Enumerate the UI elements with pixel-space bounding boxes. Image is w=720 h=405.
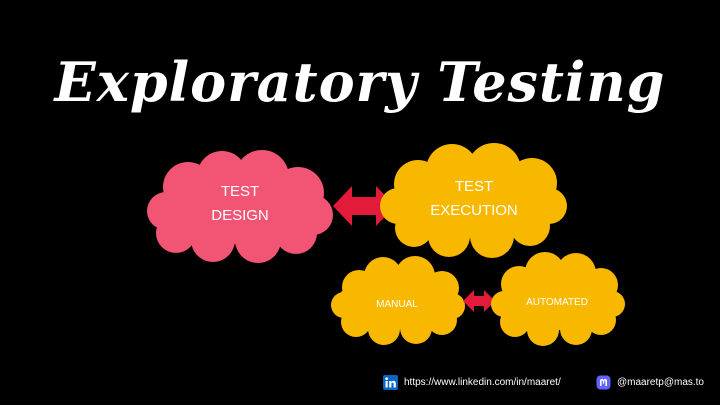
- linkedin-link[interactable]: https://www.linkedin.com/in/maaret/: [383, 375, 561, 390]
- test-design-label-line2: DESIGN: [211, 207, 269, 224]
- automated-label: AUTOMATED: [526, 297, 588, 308]
- test-design-label-line1: TEST: [221, 183, 259, 200]
- test-execution-label-line1: TEST: [455, 178, 493, 195]
- mastodon-handle: @maaretp@mas.to: [617, 377, 704, 388]
- automated-node: AUTOMATED: [491, 252, 625, 346]
- slide-title: Exploratory Testing: [54, 50, 666, 114]
- footer: https://www.linkedin.com/in/maaret/ @maa…: [383, 372, 713, 394]
- test-design-node: TEST DESIGN: [147, 150, 333, 263]
- mastodon-icon: [596, 375, 611, 390]
- test-execution-node: TEST EXECUTION: [380, 143, 567, 258]
- mastodon-link[interactable]: @maaretp@mas.to: [596, 375, 704, 390]
- test-execution-cloud: [380, 143, 567, 258]
- test-execution-label-line2: EXECUTION: [430, 202, 518, 219]
- manual-label: MANUAL: [376, 299, 418, 310]
- manual-node: MANUAL: [331, 256, 465, 345]
- manual-automated-double-arrow: [463, 290, 495, 312]
- linkedin-url: https://www.linkedin.com/in/maaret/: [404, 377, 561, 388]
- slide: TEST DESIGN TEST EXECUTION MANUAL AUTOMA…: [0, 0, 720, 405]
- linkedin-icon: [383, 375, 398, 390]
